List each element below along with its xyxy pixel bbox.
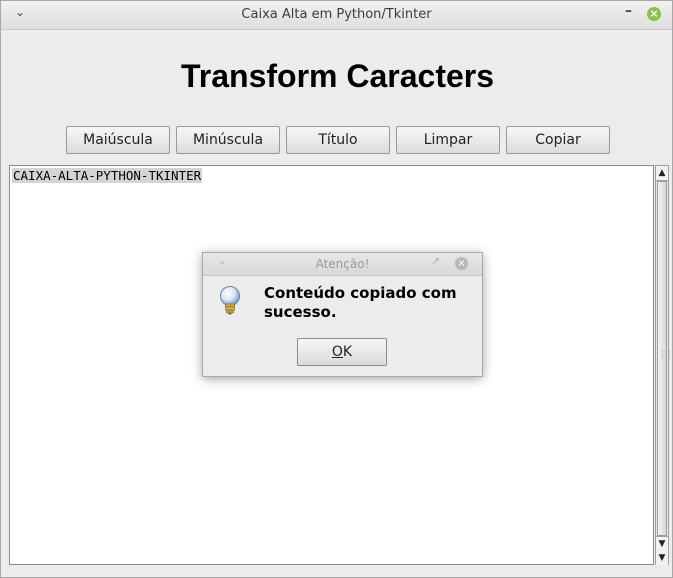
ok-label-rest: K [342, 344, 353, 360]
copy-button[interactable]: Copiar [506, 126, 610, 154]
ok-button[interactable]: OK [297, 338, 387, 366]
minimize-icon[interactable]: – [625, 3, 632, 19]
title-case-button[interactable]: Título [286, 126, 390, 154]
message-dialog: ⌄ Atenção! ↗ × Conteúdo copiado com suce… [202, 252, 483, 377]
text-content: CAIXA-ALTA-PYTHON-TKINTER [12, 168, 203, 183]
scroll-up-icon[interactable]: ▲ [656, 166, 668, 181]
scrollbar-thumb[interactable]: ⋮⋮ [657, 181, 673, 536]
page-title: Transform Caracters [180, 58, 495, 94]
dialog-title: Atenção! [315, 257, 370, 271]
dialog-message: Conteúdo copiado com sucesso. [264, 284, 457, 321]
ok-mnemonic: O [331, 344, 343, 360]
lowercase-button[interactable]: Minúscula [176, 126, 280, 154]
vertical-scrollbar[interactable]: ▲ ⋮⋮ ▼ ▼ [655, 165, 673, 565]
window-title: Caixa Alta em Python/Tkinter [241, 7, 432, 22]
grip-icon: ⋮⋮ [659, 350, 673, 358]
scroll-down-icon[interactable]: ▼ [656, 551, 668, 565]
dialog-close-icon[interactable]: × [455, 257, 468, 270]
close-icon[interactable]: × [647, 7, 661, 21]
lightbulb-icon [220, 286, 240, 315]
scroll-down-top-icon[interactable]: ▼ [656, 536, 668, 552]
title-bar[interactable]: ⌄ Caixa Alta em Python/Tkinter – × [1, 1, 672, 30]
main-window: ⌄ Caixa Alta em Python/Tkinter – × Trans… [0, 0, 673, 578]
uppercase-button[interactable]: Maiúscula [66, 126, 170, 154]
resize-icon[interactable]: ↗ [432, 256, 440, 267]
clear-button[interactable]: Limpar [396, 126, 500, 154]
dialog-title-bar[interactable]: ⌄ Atenção! ↗ × [203, 253, 482, 276]
